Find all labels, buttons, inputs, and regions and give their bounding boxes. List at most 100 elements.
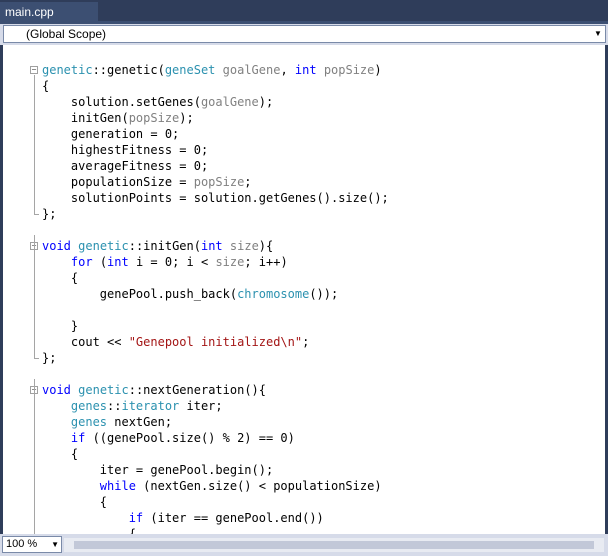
code-token: void	[42, 239, 71, 253]
code-token: averageFitness = 0;	[42, 159, 209, 173]
code-token: goalGene	[200, 95, 259, 109]
fold-guide-end	[34, 358, 39, 359]
code-text: genetic::genetic(geneSet goalGene, int p…	[42, 62, 382, 78]
editor-bottom-bar: 100 % ▼	[0, 534, 608, 556]
code-text: genes nextGen;	[42, 414, 172, 430]
code-editor[interactable]: − genetic::genetic(geneSet goalGene, int …	[0, 45, 608, 534]
collapse-toggle-icon[interactable]: −	[30, 66, 38, 74]
chevron-down-icon[interactable]: ▼	[51, 537, 59, 552]
code-text: void genetic::initGen(int size){	[42, 238, 273, 254]
code-token: };	[42, 207, 57, 221]
code-token: ::initGen(	[128, 239, 201, 253]
navigation-bar: (Global Scope) ▼	[0, 24, 608, 45]
tab-strip: main.cpp	[0, 0, 608, 24]
code-token: ){	[258, 239, 274, 253]
code-token: solutionPoints = solution.getGenes().siz…	[42, 191, 389, 205]
code-line: genes nextGen;	[3, 414, 605, 430]
code-line: for (int i = 0; i < size; i++)	[3, 254, 605, 270]
code-line: while (nextGen.size() < populationSize)	[3, 478, 605, 494]
code-line: solutionPoints = solution.getGenes().siz…	[3, 190, 605, 206]
code-token: {	[42, 79, 50, 93]
code-token: ::nextGeneration(){	[128, 383, 266, 397]
code-token: goalGene	[222, 63, 281, 77]
code-line: {	[3, 526, 605, 534]
code-text: }	[42, 318, 78, 334]
code-text: };	[42, 206, 56, 222]
code-line: if (iter == genePool.end())	[3, 510, 605, 526]
code-token: iter;	[179, 399, 223, 413]
code-token: int	[107, 255, 129, 269]
scrollbar-thumb[interactable]	[74, 541, 594, 549]
code-line: cout << "Genepool initialized\n";	[3, 334, 605, 350]
code-line: averageFitness = 0;	[3, 158, 605, 174]
code-token: void	[42, 383, 71, 397]
code-token: };	[42, 351, 57, 365]
code-line: {	[3, 78, 605, 94]
code-token: iter = genePool.begin();	[42, 463, 274, 477]
fold-guide-end	[34, 214, 39, 215]
code-text: solution.setGenes(goalGene);	[42, 94, 273, 110]
code-token: if	[70, 431, 86, 445]
code-text: while (nextGen.size() < populationSize)	[42, 478, 382, 494]
code-token: genePool.push_back(	[42, 287, 238, 301]
code-token: for	[70, 255, 93, 269]
code-token: popSize	[128, 111, 180, 125]
code-token: populationSize =	[42, 175, 194, 189]
code-line: − genetic::genetic(geneSet goalGene, int …	[3, 62, 605, 78]
code-token: i = 0; i <	[128, 255, 216, 269]
code-token: highestFitness = 0;	[42, 143, 209, 157]
code-token: )	[374, 63, 382, 77]
code-token: (iter == genePool.end())	[143, 511, 324, 525]
code-token: {	[42, 271, 79, 285]
code-line: {	[3, 270, 605, 286]
tab-main-cpp[interactable]: main.cpp	[0, 2, 98, 22]
code-line: }	[3, 318, 605, 334]
code-line: genes::iterator iter;	[3, 398, 605, 414]
code-line: −void genetic::nextGeneration(){	[3, 382, 605, 398]
code-text: cout << "Genepool initialized\n";	[42, 334, 309, 350]
code-text: void genetic::nextGeneration(){	[42, 382, 266, 398]
code-token: }	[42, 319, 79, 333]
code-token: );	[258, 95, 274, 109]
code-text: {	[42, 494, 107, 510]
code-line: generation = 0;	[3, 126, 605, 142]
code-text: {	[42, 270, 78, 286]
code-line: };	[3, 350, 605, 366]
code-token: ,	[280, 63, 295, 77]
scope-dropdown[interactable]: (Global Scope) ▼	[3, 25, 606, 43]
code-token: solution.setGenes(	[42, 95, 201, 109]
code-token: "Genepool initialized\n"	[128, 335, 303, 349]
code-text: averageFitness = 0;	[42, 158, 208, 174]
scope-dropdown-value: (Global Scope)	[26, 27, 107, 41]
code-line: genePool.push_back(chromosome());	[3, 286, 605, 302]
code-line: {	[3, 494, 605, 510]
fold-guide	[34, 235, 35, 358]
code-token: nextGen;	[107, 415, 173, 429]
zoom-dropdown[interactable]: 100 % ▼	[2, 536, 62, 553]
code-token: int	[294, 63, 317, 77]
code-text: generation = 0;	[42, 126, 179, 142]
code-line: −void genetic::initGen(int size){	[3, 238, 605, 254]
code-token: size	[229, 239, 259, 253]
tab-label: main.cpp	[5, 5, 54, 19]
code-text: if (iter == genePool.end())	[42, 510, 324, 526]
code-token: chromosome	[237, 287, 310, 301]
horizontal-scrollbar[interactable]	[64, 538, 604, 552]
code-token: ::	[107, 399, 122, 413]
code-token: initGen(	[42, 111, 129, 125]
code-text: populationSize = popSize;	[42, 174, 252, 190]
code-line: if ((genePool.size() % 2) == 0)	[3, 430, 605, 446]
chevron-down-icon[interactable]: ▼	[593, 26, 603, 42]
code-text: solutionPoints = solution.getGenes().siz…	[42, 190, 389, 206]
code-token: (	[92, 255, 108, 269]
code-token: int	[200, 239, 223, 253]
zoom-value: 100 %	[6, 538, 38, 550]
code-line: populationSize = popSize;	[3, 174, 605, 190]
